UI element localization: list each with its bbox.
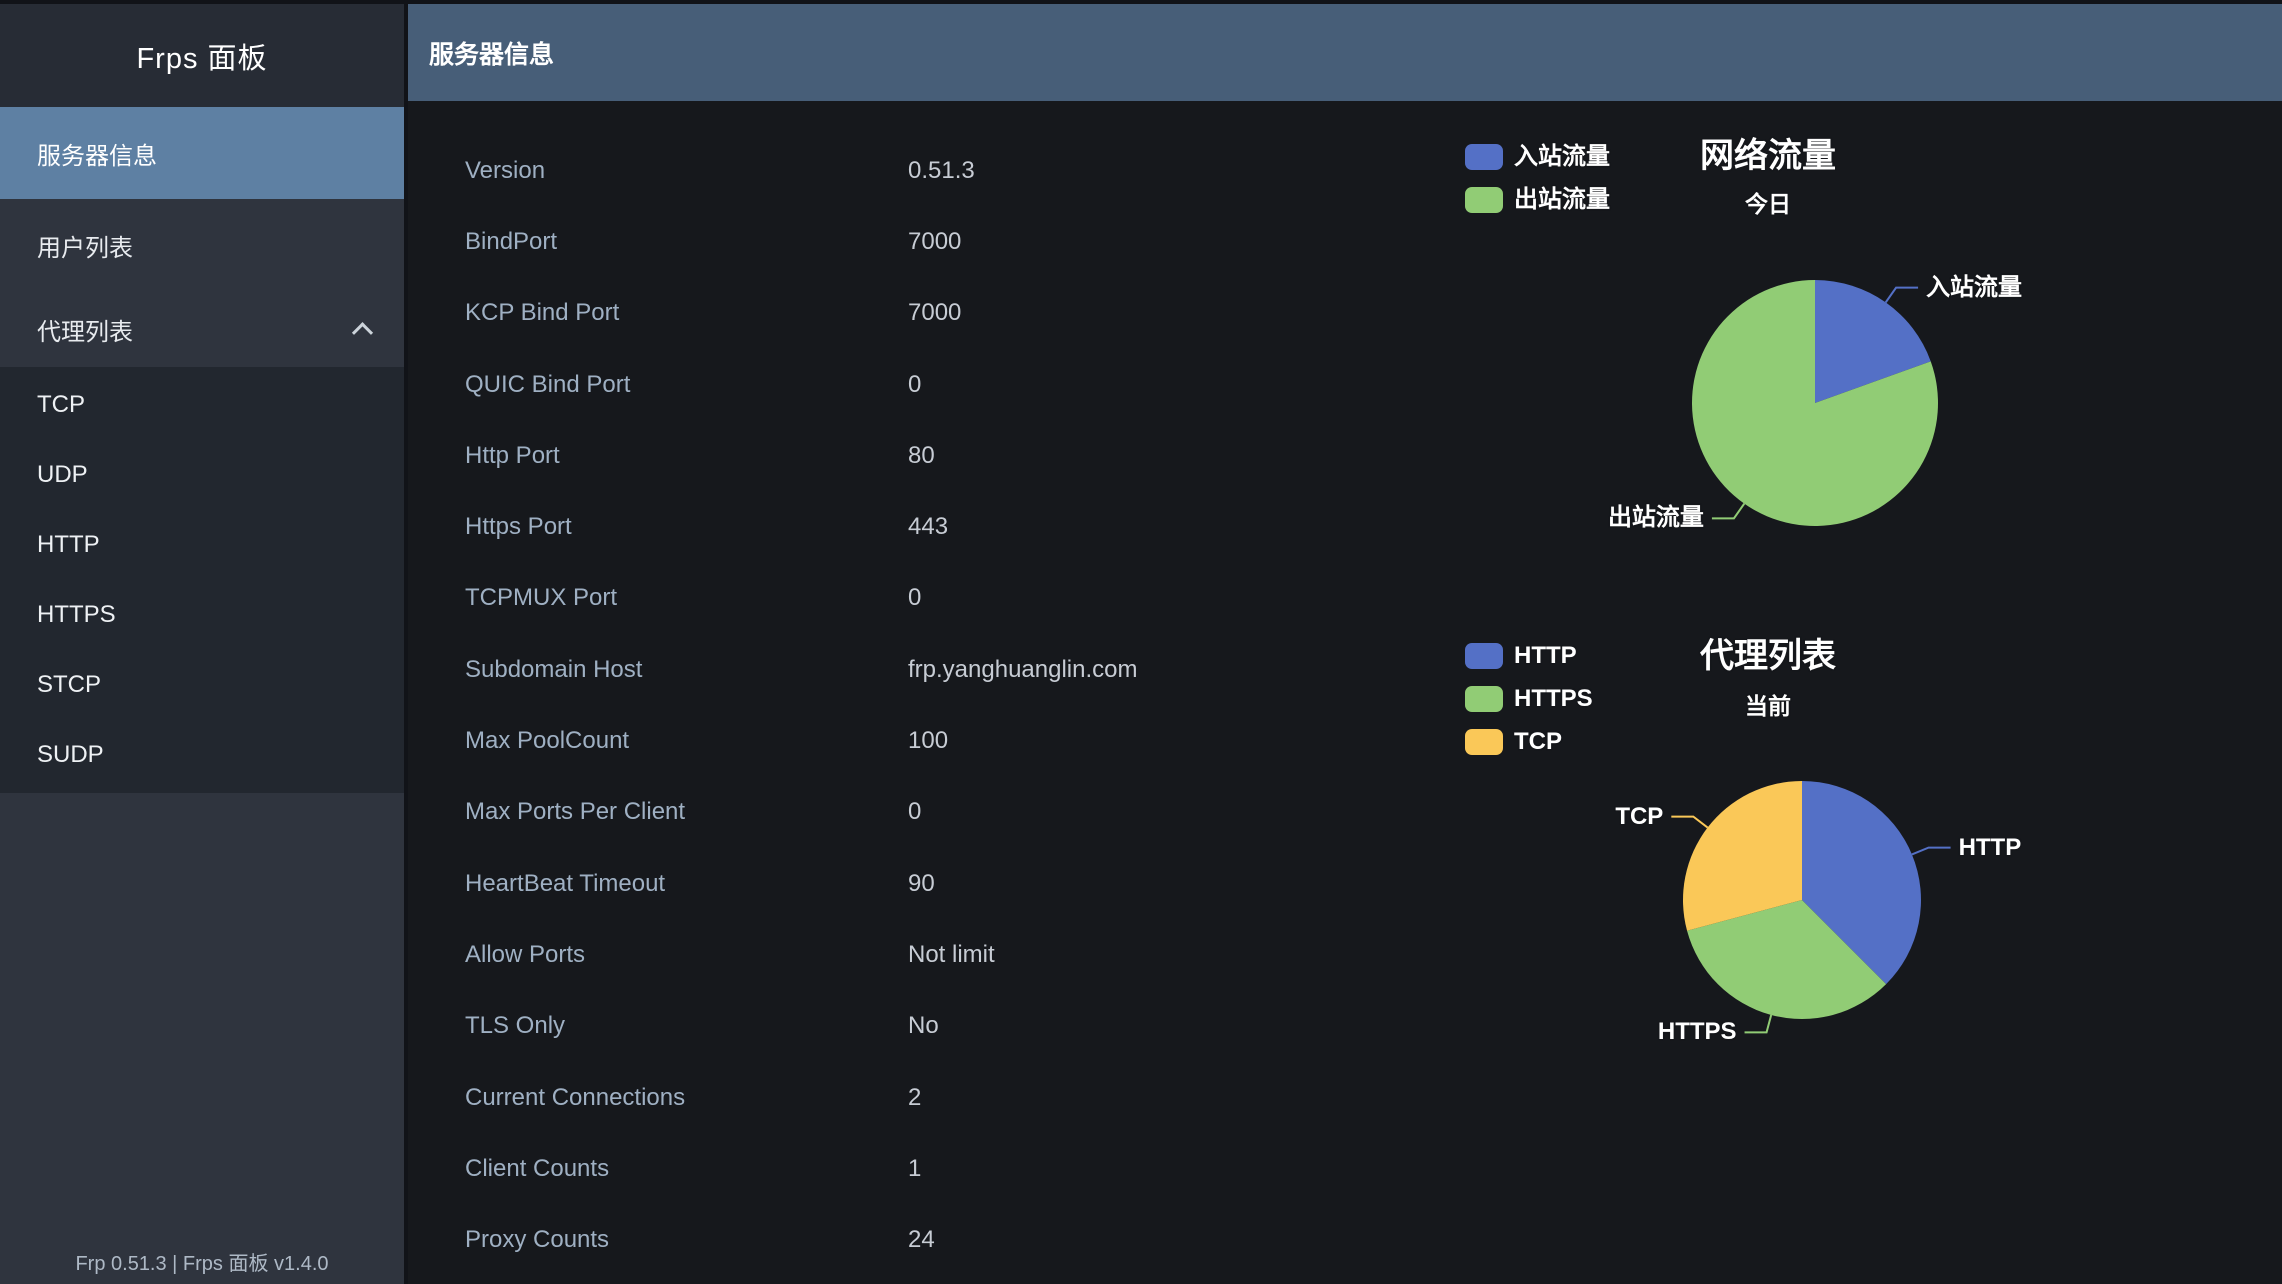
main-area: 服务器信息 Version0.51.3BindPort7000KCP Bind … xyxy=(408,4,2282,1284)
info-row: Subdomain Hostfrp.yanghuanglin.com xyxy=(408,634,1137,705)
chart-network-traffic: 网络流量 今日 入站流量出站流量 入站流量出站流量 xyxy=(1440,110,2240,580)
proxy-submenu: TCP UDP HTTP HTTPS STCP SUDP xyxy=(0,367,404,793)
page-title: 服务器信息 xyxy=(429,35,554,71)
info-row-label: HeartBeat Timeout xyxy=(465,870,908,898)
info-row-value: 0.51.3 xyxy=(908,157,975,185)
content: Version0.51.3BindPort7000KCP Bind Port70… xyxy=(408,101,2282,1284)
info-row-label: TCPMUX Port xyxy=(465,584,908,612)
info-row: TCPMUX Port0 xyxy=(408,563,1137,634)
info-row: Max Ports Per Client0 xyxy=(408,777,1137,848)
sidebar-item-stcp[interactable]: STCP xyxy=(0,650,404,720)
info-row-value: 100 xyxy=(908,727,948,755)
pie-chart-canvas xyxy=(1440,620,2240,1180)
pie-slice-label: TCP xyxy=(1615,802,1663,832)
info-row-label: Current Connections xyxy=(465,1084,908,1112)
info-row-value: 7000 xyxy=(908,299,961,327)
info-row: KCP Bind Port7000 xyxy=(408,278,1137,349)
info-row: QUIC Bind Port0 xyxy=(408,349,1137,420)
info-row-value: 24 xyxy=(908,1226,935,1254)
pie-slice-label: HTTP xyxy=(1959,833,2022,863)
pie-label-line xyxy=(1671,817,1707,828)
pie-slice-label: HTTPS xyxy=(1658,1017,1737,1047)
sidebar-item-tcp[interactable]: TCP xyxy=(0,370,404,440)
pie-label-line xyxy=(1886,288,1918,303)
info-row-value: No xyxy=(908,1012,939,1040)
info-row: HeartBeat Timeout90 xyxy=(408,848,1137,919)
info-row: Current Connections2 xyxy=(408,1062,1137,1133)
info-row: Max PoolCount100 xyxy=(408,705,1137,776)
sidebar-item-user-list[interactable]: 用户列表 xyxy=(0,199,404,291)
info-row-label: BindPort xyxy=(465,228,908,256)
info-row: TLS OnlyNo xyxy=(408,991,1137,1062)
info-row-label: KCP Bind Port xyxy=(465,299,908,327)
info-row-value: 90 xyxy=(908,870,935,898)
info-row-value: 80 xyxy=(908,442,935,470)
info-row-label: Max Ports Per Client xyxy=(465,798,908,826)
chart-proxy-list: 代理列表 当前 HTTPHTTPSTCP HTTPHTTPSTCP xyxy=(1440,620,2240,1180)
pie-slice-label: 入站流量 xyxy=(1926,273,2022,303)
sidebar-item-label: 用户列表 xyxy=(37,228,133,263)
pie-label-line xyxy=(1712,504,1744,519)
info-row: Http Port80 xyxy=(408,420,1137,491)
info-row: Allow PortsNot limit xyxy=(408,919,1137,990)
info-row-value: Not limit xyxy=(908,941,995,969)
info-row-label: TLS Only xyxy=(465,1012,908,1040)
version-footer: Frp 0.51.3 | Frps 面板 v1.4.0 xyxy=(0,1247,404,1276)
info-row-value: frp.yanghuanglin.com xyxy=(908,656,1137,684)
sidebar-item-label: 代理列表 xyxy=(37,312,133,347)
page-header: 服务器信息 xyxy=(408,4,2282,101)
pie-chart-canvas xyxy=(1440,110,2240,580)
info-row: Version0.51.3 xyxy=(408,135,1137,206)
sidebar-item-server-info[interactable]: 服务器信息 xyxy=(0,107,404,199)
info-row: Proxy Counts24 xyxy=(408,1204,1137,1275)
info-row-label: Version xyxy=(465,157,908,185)
chevron-up-icon xyxy=(352,322,373,343)
sidebar-item-http[interactable]: HTTP xyxy=(0,510,404,580)
info-row-label: Client Counts xyxy=(465,1155,908,1183)
info-row-value: 0 xyxy=(908,371,921,399)
info-row-value: 443 xyxy=(908,513,948,541)
info-row-value: 0 xyxy=(908,584,921,612)
info-row: Https Port443 xyxy=(408,491,1137,562)
info-row-value: 7000 xyxy=(908,228,961,256)
server-info-table: Version0.51.3BindPort7000KCP Bind Port70… xyxy=(408,135,1137,1276)
info-row-label: Https Port xyxy=(465,513,908,541)
sidebar-item-https[interactable]: HTTPS xyxy=(0,580,404,650)
sidebar-menu: 服务器信息 用户列表 代理列表 TCP UDP HTTP HTTPS STCP … xyxy=(0,107,404,793)
sidebar-item-udp[interactable]: UDP xyxy=(0,440,404,510)
info-row-label: Subdomain Host xyxy=(465,656,908,684)
sidebar-item-proxy-list[interactable]: 代理列表 xyxy=(0,291,404,367)
info-row-label: QUIC Bind Port xyxy=(465,371,908,399)
info-row-label: Max PoolCount xyxy=(465,727,908,755)
info-row-value: 1 xyxy=(908,1155,921,1183)
sidebar-item-label: 服务器信息 xyxy=(37,136,157,171)
pie-slice-label: 出站流量 xyxy=(1608,503,1704,533)
app-title: Frps 面板 xyxy=(0,4,404,107)
info-row: BindPort7000 xyxy=(408,206,1137,277)
info-row: Client Counts1 xyxy=(408,1133,1137,1204)
info-row-value: 2 xyxy=(908,1084,921,1112)
info-row-label: Http Port xyxy=(465,442,908,470)
info-row-label: Allow Ports xyxy=(465,941,908,969)
sidebar: Frps 面板 服务器信息 用户列表 代理列表 TCP UDP HTTP HTT… xyxy=(0,4,404,1284)
pie-label-line xyxy=(1745,1015,1772,1032)
pie-label-line xyxy=(1912,848,1951,855)
info-row-value: 0 xyxy=(908,798,921,826)
info-row-label: Proxy Counts xyxy=(465,1226,908,1254)
sidebar-item-sudp[interactable]: SUDP xyxy=(0,720,404,790)
